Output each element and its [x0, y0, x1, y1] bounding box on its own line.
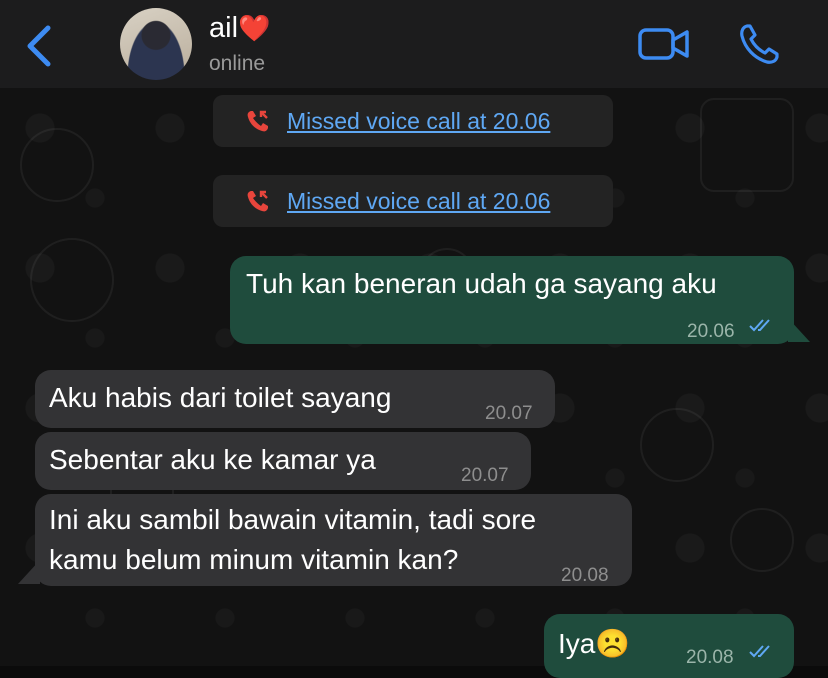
missed-call-text[interactable]: Missed voice call at 20.06 [287, 108, 550, 135]
message-text: Sebentar aku ke kamar ya [49, 444, 376, 475]
message-text: Tuh kan beneran udah ga sayang aku [246, 268, 717, 299]
incoming-message-bubble[interactable]: Sebentar aku ke kamar ya 20.07 [35, 432, 531, 490]
message-time: 20.08 [561, 565, 609, 586]
contact-name[interactable]: ail❤️ [209, 12, 270, 45]
doodle-pattern [730, 508, 794, 572]
frowning-emoji: ☹️ [595, 628, 631, 659]
back-chevron-icon[interactable] [22, 24, 56, 68]
message-time: 20.07 [461, 465, 509, 486]
message-time: 20.07 [485, 403, 533, 424]
message-time: 20.06 [687, 321, 735, 342]
bubble-tail [18, 560, 40, 584]
heart-emoji: ❤️ [238, 13, 271, 43]
message-time: 20.08 [686, 647, 734, 668]
outgoing-message-bubble[interactable]: Iya☹️ 20.08 [544, 614, 794, 678]
contact-avatar[interactable] [120, 8, 192, 80]
doodle-pattern [30, 238, 114, 322]
incoming-message-bubble[interactable]: Ini aku sambil bawain vitamin, tadi sore… [35, 494, 632, 586]
missed-call-text[interactable]: Missed voice call at 20.06 [287, 188, 550, 215]
missed-call-notice: Missed voice call at 20.06 [213, 175, 613, 227]
contact-status: online [209, 52, 266, 75]
contact-name-text: ail [209, 12, 239, 44]
message-text-line-2: kamu belum minum vitamin kan? [49, 544, 459, 575]
message-text: Iya☹️ [558, 626, 630, 662]
message-text: Aku habis dari toilet sayang [49, 382, 392, 413]
bubble-tail [788, 318, 810, 342]
outgoing-message-bubble[interactable]: Tuh kan beneran udah ga sayang aku 20.06 [230, 256, 794, 344]
read-receipt-icon [749, 319, 770, 332]
incoming-message-bubble[interactable]: Aku habis dari toilet sayang 20.07 [35, 370, 555, 428]
doodle-pattern [640, 408, 714, 482]
video-call-icon[interactable] [637, 25, 691, 63]
chat-header: ail❤️ online [0, 0, 828, 89]
missed-call-icon [247, 190, 268, 212]
doodle-pattern [20, 128, 94, 202]
missed-call-notice: Missed voice call at 20.06 [213, 95, 613, 147]
doodle-pattern [700, 98, 794, 192]
message-text-line-1: Ini aku sambil bawain vitamin, tadi sore [49, 504, 537, 535]
missed-call-icon [247, 110, 268, 132]
message-text-content: Iya [558, 628, 596, 659]
voice-call-icon[interactable] [738, 22, 780, 66]
read-receipt-icon [749, 645, 770, 658]
